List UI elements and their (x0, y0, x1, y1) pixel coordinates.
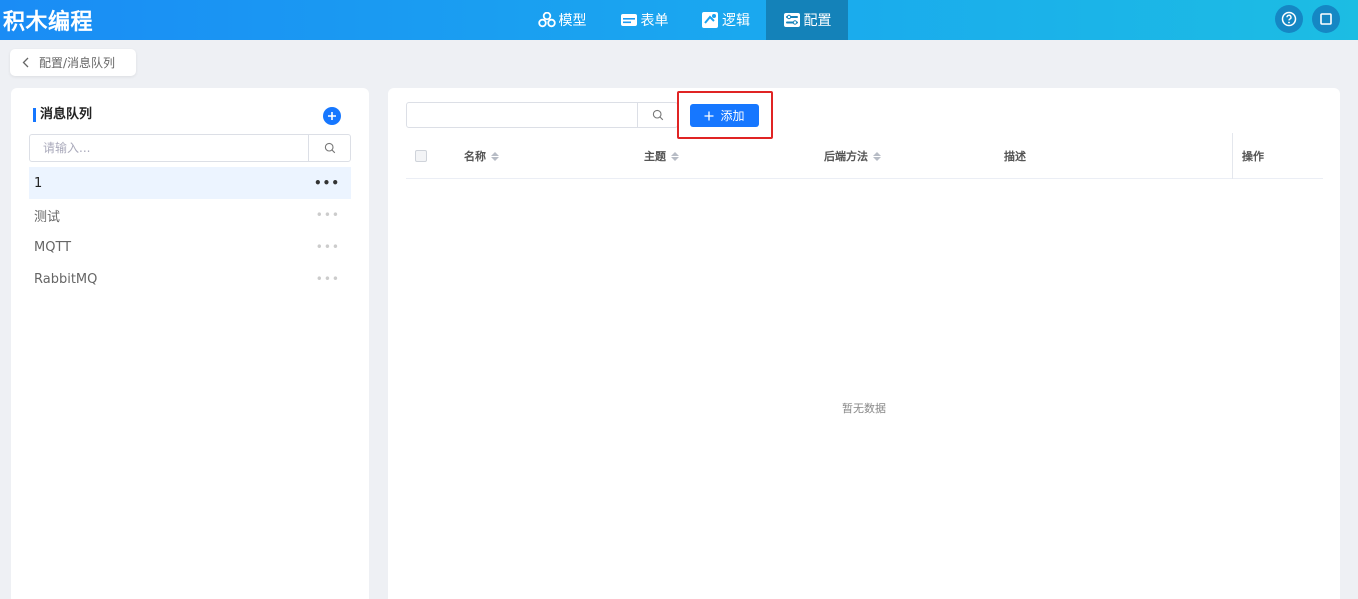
list-item[interactable]: 测试 ••• (29, 199, 351, 231)
sort-icon[interactable] (671, 151, 679, 161)
queue-list: 1 ••• 测试 ••• MQTT ••• RabbitMQ ••• (29, 167, 351, 295)
more-icon[interactable]: ••• (316, 273, 340, 285)
nav-item-label: 逻辑 (722, 13, 750, 29)
nav-item-config[interactable]: 配置 (766, 0, 848, 40)
list-item-label: 测试 (34, 209, 61, 225)
column-label: 后端方法 (824, 150, 868, 163)
sort-icon[interactable] (491, 151, 499, 161)
list-item-label: MQTT (34, 239, 72, 255)
search-icon (652, 109, 664, 121)
list-item[interactable]: 1 ••• (29, 167, 351, 199)
column-header-topic[interactable]: 主题 (644, 133, 679, 179)
column-label: 描述 (1004, 150, 1026, 163)
config-icon (783, 11, 801, 29)
list-item-label: RabbitMQ (34, 271, 98, 287)
column-label: 名称 (464, 150, 486, 163)
table-header: 名称 主题 后端方法 描述 操作 (406, 133, 1323, 179)
column-label: 主题 (644, 150, 666, 163)
plus-icon (704, 111, 714, 121)
more-icon[interactable]: ••• (316, 241, 340, 253)
add-button-label: 添加 (720, 109, 745, 123)
chevron-left-icon (22, 57, 29, 68)
add-queue-button[interactable] (323, 107, 341, 125)
app-logo: 积木编程 (3, 10, 94, 35)
nav-item-label: 模型 (558, 13, 587, 29)
more-icon[interactable]: ••• (316, 209, 340, 221)
search-icon (324, 142, 336, 154)
list-item[interactable]: MQTT ••• (29, 231, 351, 263)
logic-icon (701, 11, 719, 29)
select-all-checkbox[interactable] (415, 133, 427, 179)
queue-search-button[interactable] (308, 135, 350, 161)
table-search-input[interactable] (407, 103, 637, 127)
nav-item-label: 配置 (803, 13, 832, 29)
form-icon (620, 11, 638, 29)
breadcrumb-text: 配置/消息队列 (39, 56, 116, 70)
table-search-button[interactable] (637, 103, 677, 127)
top-bar: 积木编程 模型 表单 逻辑 配置 (0, 0, 1358, 40)
topic-table-panel: 添加 名称 主题 后端方法 描述 操作 暂无数据 (388, 88, 1340, 599)
window-button[interactable] (1312, 5, 1340, 33)
nav-item-model[interactable]: 模型 (521, 0, 603, 40)
nav-item-label: 表单 (640, 13, 669, 29)
main-nav: 模型 表单 逻辑 配置 (521, 0, 848, 40)
queue-search-input[interactable] (30, 135, 308, 161)
column-label: 操作 (1242, 150, 1264, 163)
plus-icon (327, 111, 337, 121)
help-button[interactable] (1275, 5, 1303, 33)
nav-item-form[interactable]: 表单 (603, 0, 685, 40)
sort-icon[interactable] (873, 151, 881, 161)
column-divider (1232, 133, 1233, 179)
column-header-name[interactable]: 名称 (464, 133, 499, 179)
breadcrumb[interactable]: 配置/消息队列 (10, 49, 136, 76)
column-header-backend-method[interactable]: 后端方法 (824, 133, 881, 179)
queue-list-panel: 消息队列 1 ••• 测试 ••• MQTT ••• RabbitMQ ••• (11, 88, 369, 599)
help-icon (1281, 11, 1297, 27)
table-search (406, 102, 678, 128)
panel-title: 消息队列 (33, 108, 92, 122)
nav-item-logic[interactable]: 逻辑 (685, 0, 766, 40)
more-icon[interactable]: ••• (314, 177, 340, 189)
empty-state-text: 暂无数据 (842, 402, 886, 415)
cubes-icon (537, 11, 556, 29)
square-icon (1319, 12, 1333, 26)
column-header-actions: 操作 (1242, 133, 1264, 179)
queue-search (29, 134, 351, 162)
list-item-label: 1 (34, 175, 43, 191)
column-header-description: 描述 (1004, 133, 1026, 179)
list-item[interactable]: RabbitMQ ••• (29, 263, 351, 295)
add-button[interactable]: 添加 (690, 104, 759, 127)
checkbox[interactable] (415, 150, 427, 162)
